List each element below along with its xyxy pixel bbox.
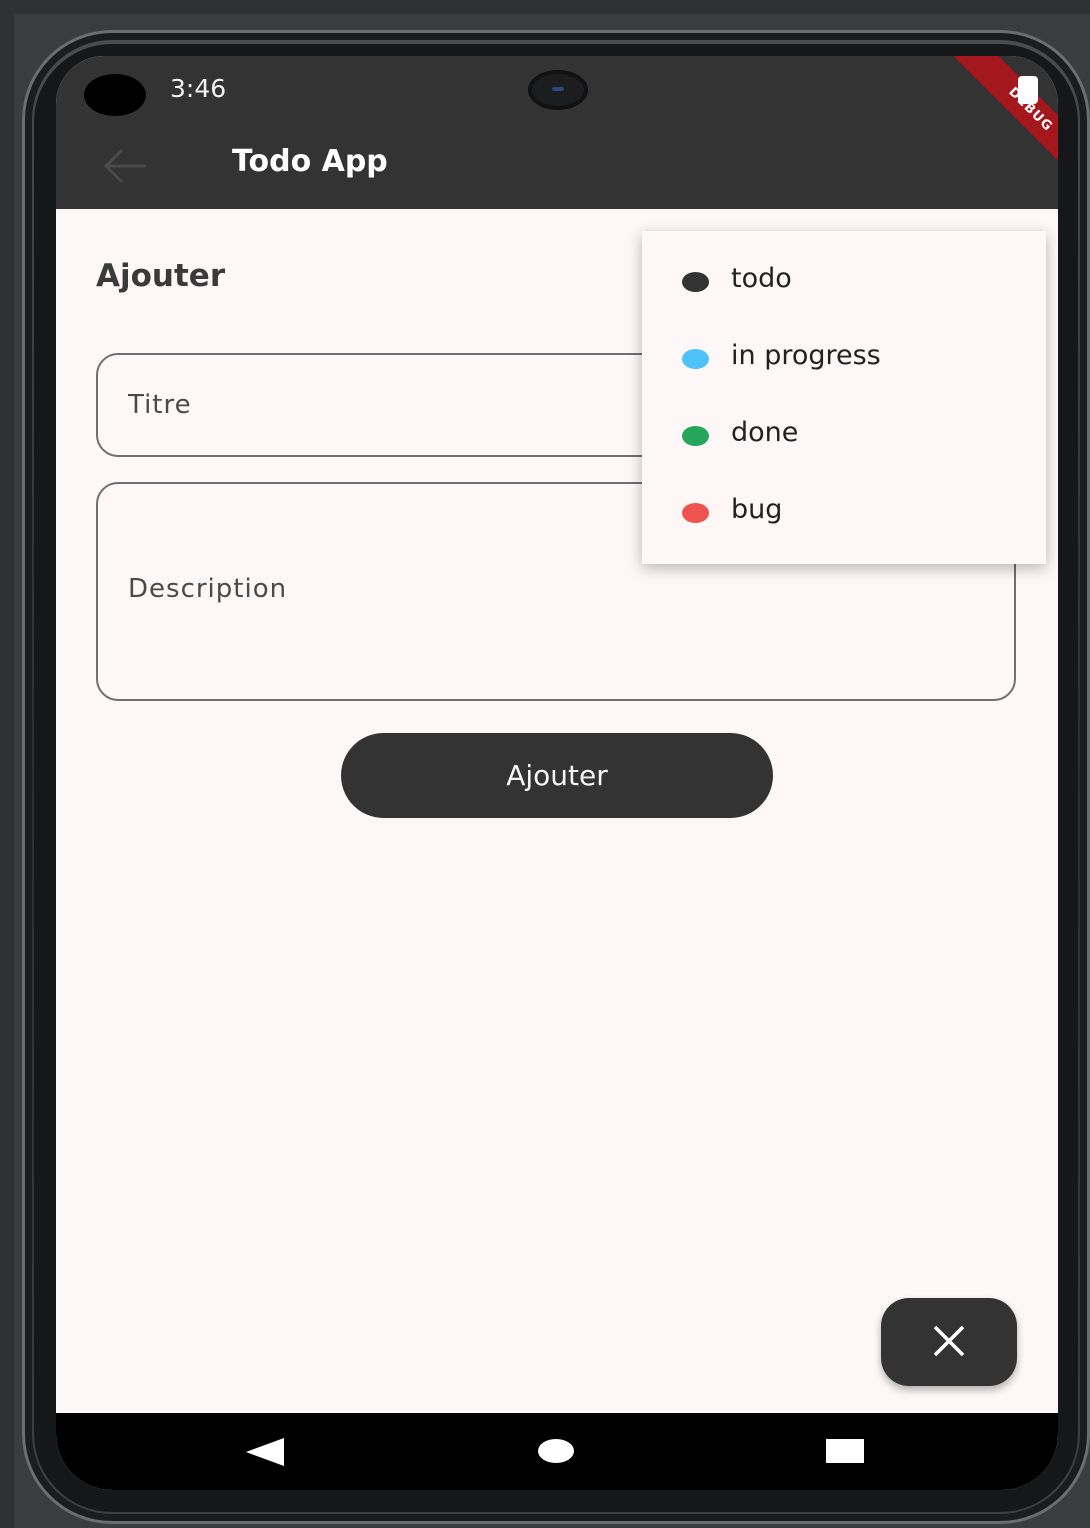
battery-icon	[1018, 76, 1038, 104]
status-dot-icon	[682, 349, 709, 369]
menu-item-label: todo	[731, 263, 792, 294]
status-dot-icon	[682, 272, 709, 292]
menu-item-label: in progress	[731, 340, 881, 371]
menu-item-done[interactable]: done	[642, 397, 1046, 474]
back-button[interactable]	[96, 136, 156, 196]
phone-screen: 3:46 DEBUG Todo App Ajouter Ajouter todo…	[56, 56, 1058, 1490]
menu-item-label: bug	[731, 494, 783, 525]
arrow-left-icon	[103, 148, 146, 184]
camera-cutout	[84, 74, 146, 116]
front-camera	[528, 70, 588, 110]
status-dot-icon	[682, 503, 709, 523]
menu-item-label: done	[731, 417, 799, 448]
close-fab-button[interactable]	[881, 1298, 1017, 1386]
debug-banner: DEBUG	[940, 56, 1058, 200]
status-dot-icon	[682, 426, 709, 446]
menu-item-todo[interactable]: todo	[642, 243, 1046, 320]
nav-back-icon[interactable]	[246, 1438, 284, 1466]
system-nav-bar	[56, 1413, 1058, 1490]
menu-item-in-progress[interactable]: in progress	[642, 320, 1046, 397]
nav-recents-icon[interactable]	[826, 1439, 864, 1463]
status-dropdown-menu: todo in progress done bug	[642, 231, 1046, 564]
nav-home-icon[interactable]	[538, 1439, 574, 1463]
menu-item-bug[interactable]: bug	[642, 474, 1046, 551]
close-icon	[933, 1325, 965, 1356]
app-title: Todo App	[232, 144, 388, 179]
status-time: 3:46	[170, 74, 227, 103]
submit-button[interactable]: Ajouter	[341, 733, 773, 818]
form-title: Ajouter	[96, 258, 226, 294]
